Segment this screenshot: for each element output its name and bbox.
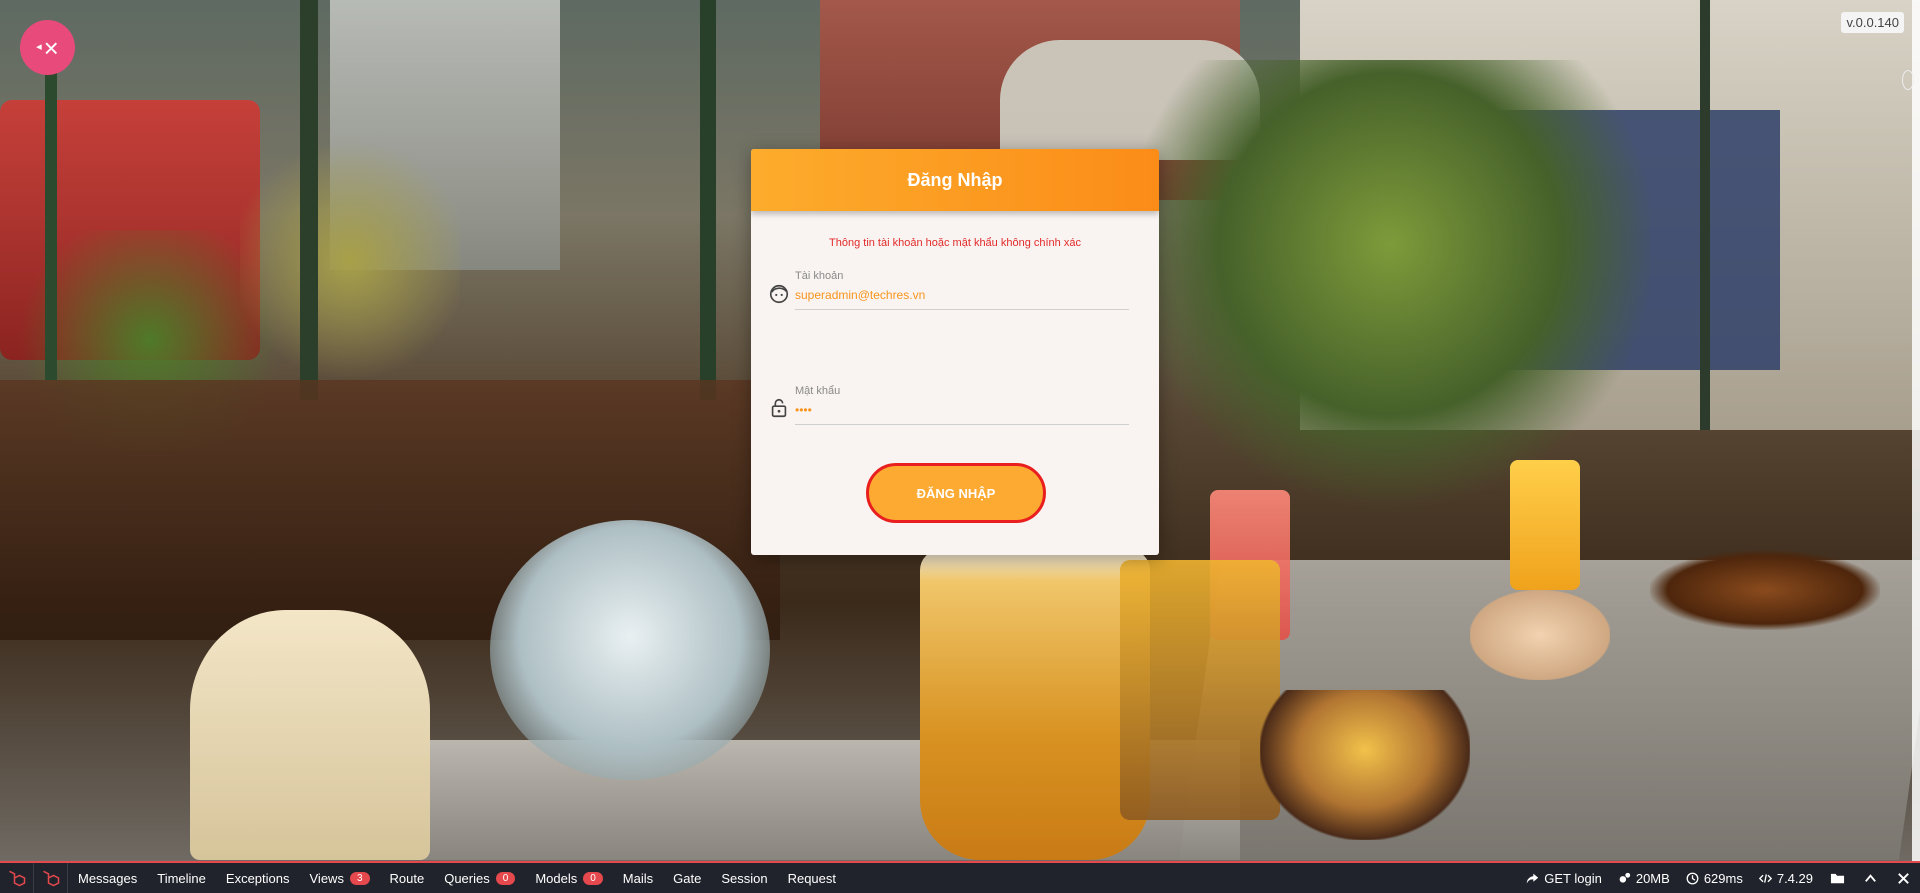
close-button[interactable]	[1887, 863, 1920, 893]
maximize-button[interactable]	[1854, 863, 1887, 893]
tab-messages[interactable]: Messages	[68, 863, 147, 893]
tab-queries[interactable]: Queries 0	[434, 863, 525, 893]
login-title: Đăng Nhập	[907, 169, 1003, 190]
tab-models[interactable]: Models 0	[525, 863, 612, 893]
folder-icon	[1830, 873, 1845, 883]
login-button[interactable]: ĐĂNG NHẬP	[866, 463, 1046, 523]
debug-bar-status: GET login 20MB 629ms 7.4.29	[1518, 863, 1920, 893]
password-field[interactable]: Mật khẩu ••••	[795, 385, 1129, 425]
close-icon: ×	[43, 32, 59, 63]
count-badge: 0	[495, 871, 516, 885]
username-label: Tài khoản	[795, 270, 844, 282]
tab-timeline[interactable]: Timeline	[147, 863, 216, 893]
memory-info: 20MB	[1610, 863, 1678, 893]
tab-mails[interactable]: Mails	[613, 863, 663, 893]
request-info[interactable]: GET login	[1518, 863, 1610, 893]
tab-session[interactable]: Session	[711, 863, 777, 893]
password-label: Mật khẩu	[795, 385, 841, 397]
count-badge: 0	[583, 871, 603, 885]
lock-icon	[771, 398, 787, 418]
share-icon	[1527, 873, 1539, 883]
caret-left-icon: ◂	[36, 41, 42, 53]
face-icon	[769, 284, 789, 304]
username-input[interactable]: superadmin@techres.vn	[795, 288, 1129, 310]
tab-route[interactable]: Route	[380, 863, 435, 893]
close-toggle-button[interactable]: ◂ ×	[20, 20, 75, 75]
count-badge: 3	[349, 871, 370, 885]
login-header: Đăng Nhập	[751, 149, 1159, 211]
tab-request[interactable]: Request	[778, 863, 846, 893]
side-handle[interactable]	[1902, 70, 1914, 90]
username-field[interactable]: Tài khoản superadmin@techres.vn	[795, 270, 1129, 310]
tab-views[interactable]: Views 3	[300, 863, 380, 893]
login-card: Đăng Nhập Thông tin tài khoản hoặc mật k…	[751, 149, 1159, 555]
password-input[interactable]: ••••	[795, 403, 1129, 425]
version-badge: v.0.0.140	[1841, 12, 1904, 33]
time-info: 629ms	[1678, 863, 1751, 893]
code-icon	[1758, 873, 1772, 883]
scrollbar[interactable]	[1912, 0, 1920, 861]
tab-exceptions[interactable]: Exceptions	[216, 863, 300, 893]
error-message: Thông tin tài khoản hoặc mật khẩu không …	[829, 237, 1081, 249]
laravel-logo-icon[interactable]	[0, 863, 34, 893]
tab-gate[interactable]: Gate	[663, 863, 711, 893]
php-version-info: 7.4.29	[1751, 863, 1821, 893]
cogs-icon	[1619, 872, 1631, 883]
clock-icon	[1686, 872, 1699, 884]
open-folder-button[interactable]	[1821, 863, 1854, 893]
close-icon	[1898, 872, 1909, 884]
debug-bar: Messages Timeline Exceptions Views 3 Rout…	[0, 861, 1920, 893]
laravel-logo-icon[interactable]	[34, 863, 68, 893]
chevron-up-icon	[1865, 873, 1876, 882]
